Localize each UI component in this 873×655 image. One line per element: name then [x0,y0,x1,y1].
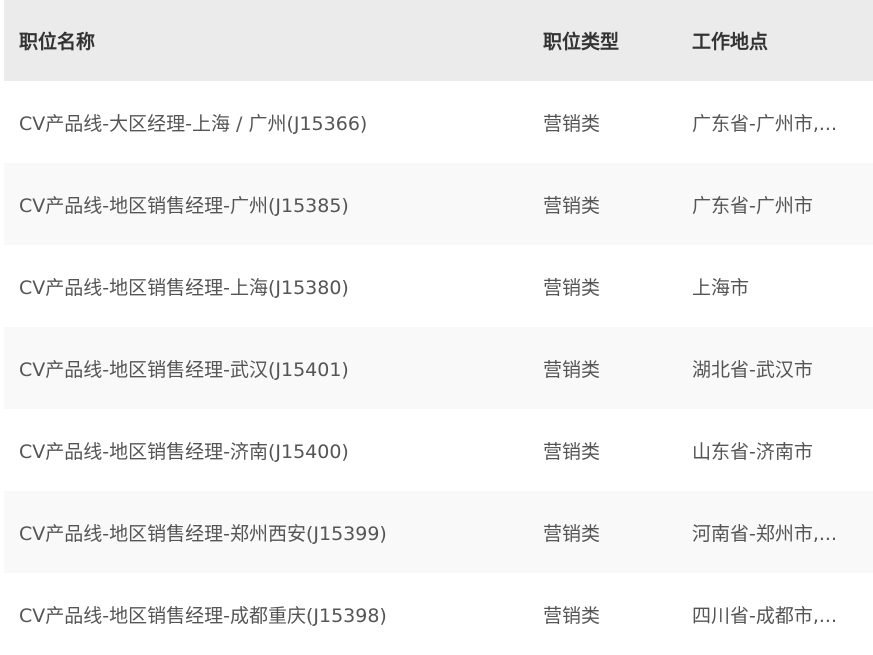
job-listing-table: 职位名称 职位类型 工作地点 CV产品线-大区经理-上海 / 广州(J15366… [4,0,873,655]
job-location-cell: 上海市 [677,273,873,300]
job-type-cell: 营销类 [543,276,601,299]
job-name-link[interactable]: CV产品线-地区销售经理-郑州西安(J15399) [4,519,528,546]
job-type-cell: 营销类 [543,112,601,135]
job-type-cell: 营销类 [543,194,601,217]
job-location-text: 山东省-济南市 [692,440,813,463]
job-location-text: 四川省-成都市,... [692,604,838,627]
job-type-cell: 营销类 [543,522,601,545]
job-location-cell: 四川省-成都市,... [677,601,873,628]
job-name-link[interactable]: CV产品线-地区销售经理-武汉(J15401) [4,355,528,382]
table-header: 职位名称 职位类型 工作地点 [4,0,873,81]
table-row[interactable]: CV产品线-地区销售经理-济南(J15400) 营销类 山东省-济南市 [4,409,873,491]
job-location-cell: 湖北省-武汉市 [677,355,873,382]
job-location-cell: 广东省-广州市 [677,191,873,218]
job-name-link[interactable]: CV产品线-大区经理-上海 / 广州(J15366) [4,109,528,136]
job-location-text: 河南省-郑州市,... [692,522,838,545]
job-name-link[interactable]: CV产品线-地区销售经理-上海(J15380) [4,273,528,300]
job-location-text: 上海市 [692,276,750,299]
job-name-link[interactable]: CV产品线-地区销售经理-广州(J15385) [4,191,528,218]
job-type-cell: 营销类 [543,604,601,627]
table-row[interactable]: CV产品线-地区销售经理-武汉(J15401) 营销类 湖北省-武汉市 [4,327,873,409]
table-row[interactable]: CV产品线-地区销售经理-上海(J15380) 营销类 上海市 [4,245,873,327]
header-job-type: 职位类型 [543,31,620,53]
header-job-name: 职位名称 [19,31,96,53]
table-row[interactable]: CV产品线-地区销售经理-广州(J15385) 营销类 广东省-广州市 [4,163,873,245]
job-location-cell: 广东省-广州市,... [677,109,873,136]
job-type-cell: 营销类 [543,440,601,463]
table-row[interactable]: CV产品线-地区销售经理-郑州西安(J15399) 营销类 河南省-郑州市,..… [4,491,873,573]
job-name-link[interactable]: CV产品线-地区销售经理-济南(J15400) [4,437,528,464]
header-work-location: 工作地点 [692,31,769,53]
job-type-cell: 营销类 [543,358,601,381]
job-location-text: 广东省-广州市 [692,194,813,217]
job-name-link[interactable]: CV产品线-地区销售经理-成都重庆(J15398) [4,601,528,628]
job-location-text: 广东省-广州市,... [692,112,838,135]
job-location-text: 湖北省-武汉市 [692,358,813,381]
job-location-cell: 山东省-济南市 [677,437,873,464]
table-row[interactable]: CV产品线-大区经理-上海 / 广州(J15366) 营销类 广东省-广州市,.… [4,81,873,163]
job-location-cell: 河南省-郑州市,... [677,519,873,546]
